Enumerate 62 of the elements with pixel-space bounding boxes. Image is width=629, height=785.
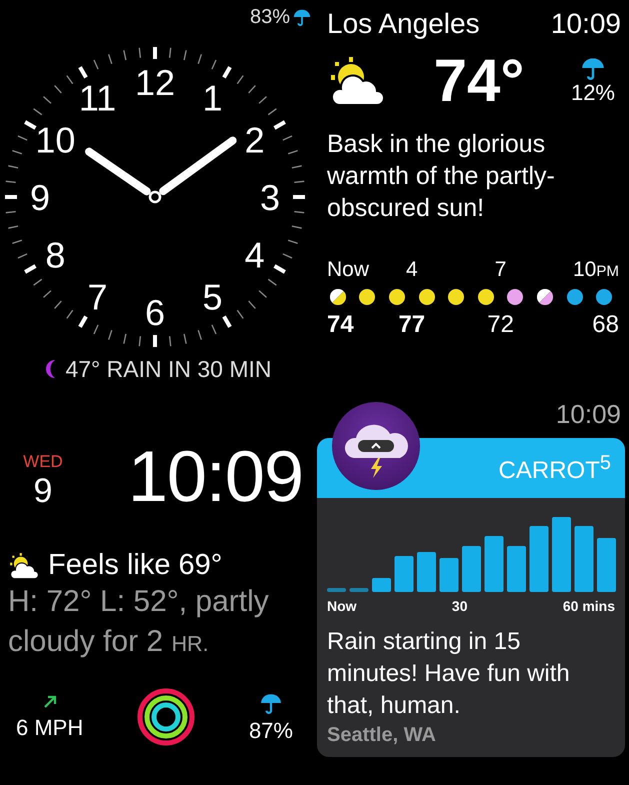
time-text: 10:09 bbox=[550, 8, 621, 40]
rain-message: Rain starting in 15 minutes! Have fun with that, human. bbox=[327, 626, 571, 721]
temperature-text: 74° bbox=[434, 46, 524, 116]
activity-rings-icon bbox=[136, 687, 196, 748]
rain-bar bbox=[394, 556, 414, 592]
rain-bar bbox=[530, 526, 548, 592]
battery-percentage: 83% bbox=[250, 6, 290, 28]
axis-label: 30 bbox=[452, 598, 468, 614]
digital-time: 10:09 bbox=[128, 436, 303, 519]
axis-label: Now bbox=[327, 598, 357, 614]
weekday-text: WED bbox=[23, 452, 63, 472]
hour-label: 7 bbox=[494, 258, 506, 283]
weather-dot bbox=[536, 288, 553, 305]
location-text: Seattle, WA bbox=[327, 724, 437, 747]
app-name: CARROT$^{5}$ bbox=[498, 452, 611, 484]
rain-bar bbox=[327, 588, 346, 592]
hour-numeral: 3 bbox=[260, 177, 280, 218]
moon-icon bbox=[43, 359, 58, 380]
rain-chance: 12% bbox=[570, 80, 615, 106]
city-name: Los Angeles bbox=[327, 8, 480, 40]
hour-numeral: 8 bbox=[45, 234, 66, 276]
hour-numeral: 11 bbox=[78, 77, 116, 118]
rain-bar bbox=[372, 578, 391, 592]
umbrella-icon bbox=[293, 8, 311, 26]
hour-label: 4 bbox=[406, 258, 418, 283]
weather-summary: H: 72° L: 52°, partly cloudy for 2 HR. bbox=[8, 584, 270, 660]
hour-numeral: 9 bbox=[30, 177, 50, 218]
forecast-text: 47° RAIN IN 30 MIN bbox=[65, 356, 272, 382]
feels-like-text: Feels like 69° bbox=[48, 548, 222, 582]
hour-numeral: 10 bbox=[35, 120, 76, 160]
hour-numeral: 4 bbox=[244, 234, 265, 276]
hour-numeral: 12 bbox=[134, 62, 176, 103]
hour-label: Now bbox=[326, 258, 370, 283]
hour-temperature: 72 bbox=[487, 310, 514, 338]
hour-label: 10PM bbox=[572, 258, 619, 283]
rain-bar bbox=[597, 538, 616, 592]
weather-message: Bask in the glorious warmth of the partly-obscured sun! bbox=[327, 129, 556, 224]
umbrella-icon bbox=[580, 56, 605, 80]
hour-numeral: 6 bbox=[144, 292, 166, 333]
rain-bar bbox=[574, 526, 594, 592]
hour-temperature: 74 bbox=[326, 310, 354, 338]
rain-bar bbox=[440, 558, 458, 592]
hour-numeral: 5 bbox=[202, 276, 223, 318]
day-number: 9 bbox=[34, 472, 52, 511]
axis-label: 60 mins bbox=[562, 598, 615, 614]
rain-bar bbox=[507, 546, 526, 592]
hour-numeral: 7 bbox=[87, 276, 108, 318]
hour-temperature: 68 bbox=[592, 310, 619, 338]
rain-bar bbox=[462, 546, 481, 592]
umbrella-icon bbox=[260, 692, 282, 714]
weather-dot bbox=[330, 288, 346, 305]
rain-bar bbox=[484, 536, 504, 592]
wind-speed: 6 MPH bbox=[16, 714, 84, 740]
rain-chance: 87% bbox=[248, 718, 293, 743]
hour-numeral: 2 bbox=[244, 120, 265, 160]
partly-cloudy-icon bbox=[8, 552, 40, 580]
hour-temperature: 77 bbox=[398, 310, 426, 338]
rain-bar bbox=[417, 552, 436, 592]
time-text: 10:09 bbox=[556, 400, 621, 430]
hour-numeral: 1 bbox=[202, 77, 223, 118]
rain-bar bbox=[350, 588, 368, 592]
wind-arrow-icon bbox=[42, 694, 57, 709]
